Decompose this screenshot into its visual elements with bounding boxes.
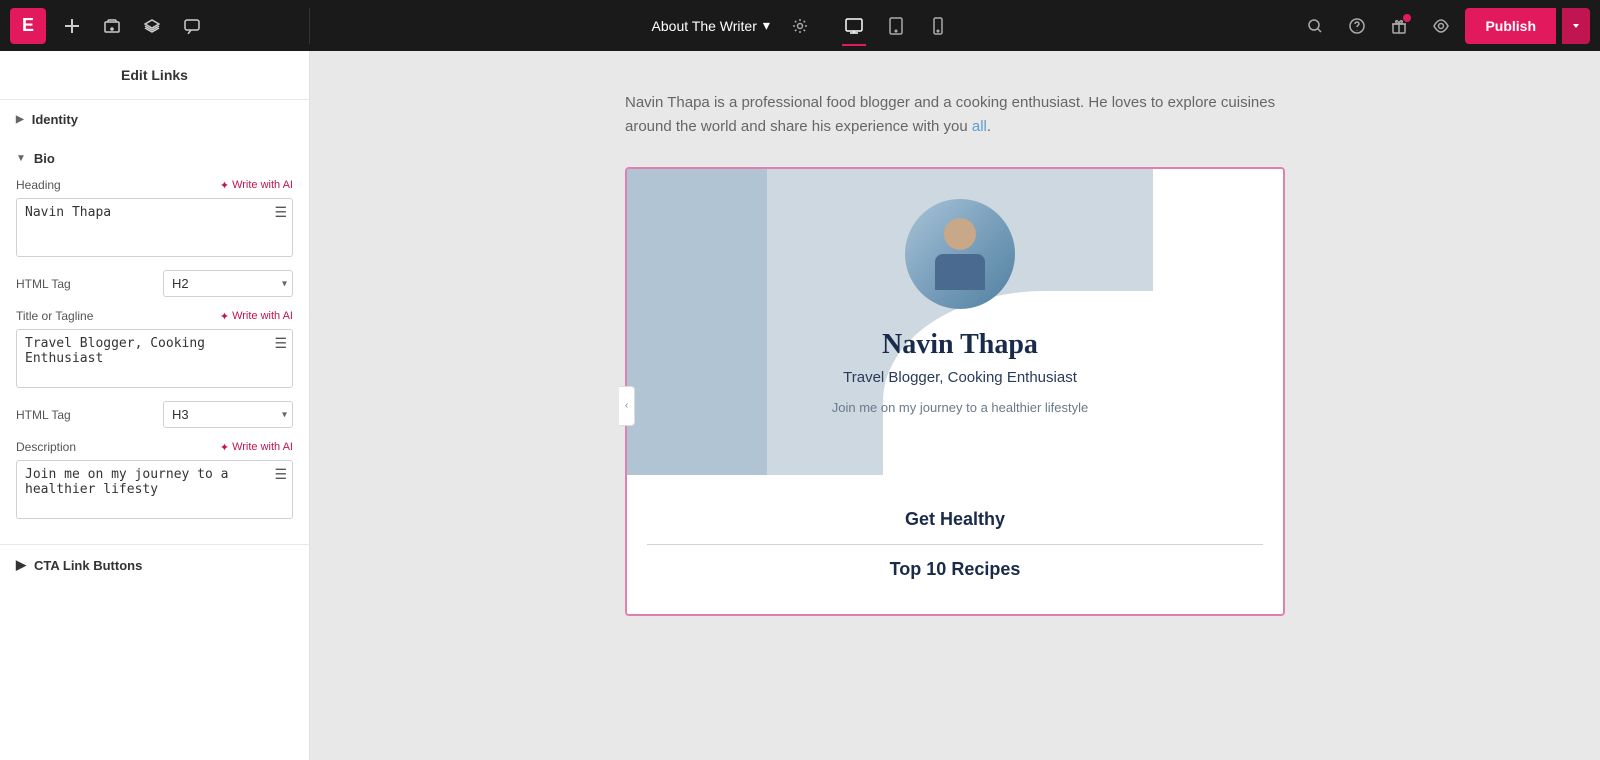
identity-label: Identity xyxy=(32,112,78,127)
search-button[interactable] xyxy=(1297,8,1333,44)
topbar-left: E xyxy=(0,8,310,44)
responsive-button[interactable] xyxy=(94,8,130,44)
description-field-row: Description ✦ Write with AI xyxy=(16,440,293,454)
preview-button[interactable] xyxy=(1423,8,1459,44)
tagline-text-icon[interactable]: ☰ xyxy=(274,335,287,352)
heading-html-tag-select[interactable]: H2H1H3H4p xyxy=(163,270,293,297)
avatar-body xyxy=(935,254,985,290)
heading-field-row: Heading ✦ Write with AI xyxy=(16,178,293,192)
tablet-view-button[interactable] xyxy=(876,8,916,44)
publish-chevron-button[interactable] xyxy=(1562,8,1590,44)
card-inner: Navin Thapa Travel Blogger, Cooking Enth… xyxy=(627,169,1283,475)
elementor-logo[interactable]: E xyxy=(10,8,46,44)
gift-button[interactable] xyxy=(1381,8,1417,44)
heading-html-tag-label: HTML Tag xyxy=(16,277,71,291)
gift-notification-dot xyxy=(1403,14,1411,22)
description-input[interactable]: Join me on my journey to a healthier lif… xyxy=(16,460,293,519)
sidebar-collapse-handle[interactable]: ‹ xyxy=(619,386,635,426)
tagline-field-row: Title or Tagline ✦ Write with AI xyxy=(16,309,293,323)
identity-section-toggle[interactable]: ▶ Identity xyxy=(0,100,309,139)
tagline-write-ai-label: Write with AI xyxy=(232,310,293,322)
desktop-view-button[interactable] xyxy=(834,8,874,44)
description-main: Navin Thapa is a professional food blogg… xyxy=(625,94,1275,135)
comments-button[interactable] xyxy=(174,8,210,44)
sidebar-header: Edit Links xyxy=(0,51,309,100)
heading-write-ai-button[interactable]: ✦ Write with AI xyxy=(220,179,293,192)
cta-arrow-icon: ▶ xyxy=(16,557,26,573)
avatar-head xyxy=(944,218,976,250)
bio-arrow-icon: ▼ xyxy=(16,153,26,164)
tagline-write-ai-button[interactable]: ✦ Write with AI xyxy=(220,310,293,323)
tagline-input-wrap: Travel Blogger, Cooking Enthusiast ☰ xyxy=(16,329,293,393)
sidebar: Edit Links ▶ Identity ▼ Bio Heading ✦ Wr… xyxy=(0,51,310,760)
card-links-section: Get Healthy Top 10 Recipes xyxy=(627,475,1283,614)
cta-section-toggle[interactable]: ▶ CTA Link Buttons xyxy=(0,544,309,585)
page-title-button[interactable]: About The Writer ▾ xyxy=(640,11,782,40)
topbar-right: Publish xyxy=(1287,8,1600,44)
bio-section-toggle[interactable]: ▼ Bio xyxy=(0,139,309,178)
card-right-strip xyxy=(1153,169,1283,475)
topbar-center: About The Writer ▾ xyxy=(310,8,1287,44)
description-write-ai-button[interactable]: ✦ Write with AI xyxy=(220,441,293,454)
tagline-input[interactable]: Travel Blogger, Cooking Enthusiast xyxy=(16,329,293,388)
canvas-area: Navin Thapa is a professional food blogg… xyxy=(310,51,1600,760)
help-button[interactable] xyxy=(1339,8,1375,44)
tagline-html-tag-select-wrap: H3H2H4p ▾ xyxy=(163,401,293,428)
view-mode-buttons xyxy=(834,8,958,44)
layers-button[interactable] xyxy=(134,8,170,44)
identity-arrow-icon: ▶ xyxy=(16,114,24,125)
description-input-wrap: Join me on my journey to a healthier lif… xyxy=(16,460,293,524)
avatar xyxy=(905,199,1015,309)
heading-write-ai-label: Write with AI xyxy=(232,179,293,191)
description-period: . xyxy=(987,118,991,135)
mobile-view-button[interactable] xyxy=(918,8,958,44)
tagline-html-tag-select[interactable]: H3H2H4p xyxy=(163,401,293,428)
description-text-icon[interactable]: ☰ xyxy=(274,466,287,483)
description-field-label: Description xyxy=(16,440,76,454)
bio-label: Bio xyxy=(34,151,55,166)
topbar: E About The Writer ▾ xyxy=(0,0,1600,51)
description-write-ai-label: Write with AI xyxy=(232,441,293,453)
card-link-get-healthy[interactable]: Get Healthy xyxy=(647,495,1263,545)
card-tagline: Travel Blogger, Cooking Enthusiast xyxy=(843,369,1077,386)
heading-text-icon[interactable]: ☰ xyxy=(274,204,287,221)
card-left-strip xyxy=(627,169,767,475)
heading-html-tag-row: HTML Tag H2H1H3H4p ▾ xyxy=(16,270,293,297)
publish-button[interactable]: Publish xyxy=(1465,8,1556,44)
avatar-person xyxy=(935,218,985,290)
settings-button[interactable] xyxy=(782,8,818,44)
page-description-text: Navin Thapa is a professional food blogg… xyxy=(625,91,1285,139)
heading-field-label: Heading xyxy=(16,178,61,192)
card-main-content: Navin Thapa Travel Blogger, Cooking Enth… xyxy=(767,169,1153,475)
widget-card: Navin Thapa Travel Blogger, Cooking Enth… xyxy=(625,167,1285,616)
heading-html-tag-select-wrap: H2H1H3H4p ▾ xyxy=(163,270,293,297)
page-title-text: About The Writer xyxy=(652,18,757,34)
add-widget-button[interactable] xyxy=(54,8,90,44)
bio-section-content: Heading ✦ Write with AI Navin Thapa ☰ HT… xyxy=(0,178,309,544)
card-name: Navin Thapa xyxy=(882,329,1038,361)
tagline-html-tag-label: HTML Tag xyxy=(16,408,71,422)
tagline-field-label: Title or Tagline xyxy=(16,309,93,323)
heading-input[interactable]: Navin Thapa xyxy=(16,198,293,257)
tagline-html-tag-row: HTML Tag H3H2H4p ▾ xyxy=(16,401,293,428)
page-title-chevron: ▾ xyxy=(763,17,770,34)
description-link[interactable]: all xyxy=(972,118,987,135)
cta-label: CTA Link Buttons xyxy=(34,558,142,573)
main-layout: Edit Links ▶ Identity ▼ Bio Heading ✦ Wr… xyxy=(0,51,1600,760)
card-join-text: Join me on my journey to a healthier lif… xyxy=(832,400,1089,415)
heading-input-wrap: Navin Thapa ☰ xyxy=(16,198,293,262)
sidebar-title: Edit Links xyxy=(121,67,188,83)
card-link-top-recipes[interactable]: Top 10 Recipes xyxy=(647,545,1263,594)
